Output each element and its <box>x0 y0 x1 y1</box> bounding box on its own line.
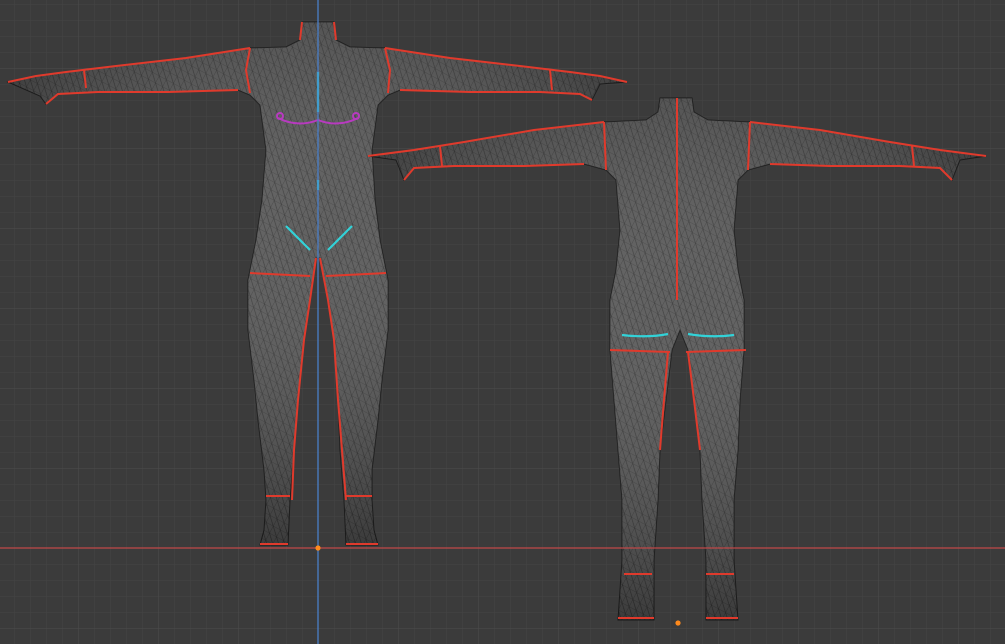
object-origin-front[interactable] <box>315 545 321 551</box>
3d-viewport[interactable] <box>0 0 1005 644</box>
object-origin-back[interactable] <box>675 620 681 626</box>
viewport-canvas[interactable] <box>0 0 1005 644</box>
